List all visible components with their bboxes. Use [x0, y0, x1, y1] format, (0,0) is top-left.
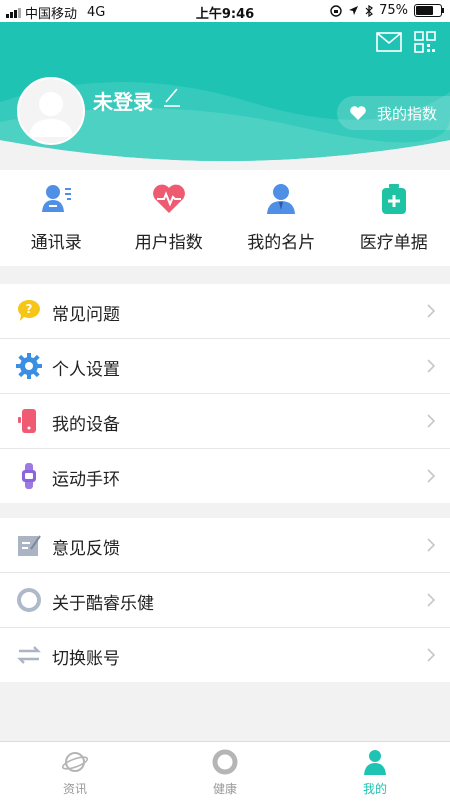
avatar[interactable] — [17, 77, 85, 145]
chevron-right-icon — [426, 413, 436, 429]
medical-kit-icon — [377, 182, 411, 216]
menu-item-label: 常见问题 — [52, 300, 120, 325]
tab-label: 我的 — [300, 780, 450, 797]
wristband-icon — [16, 463, 42, 489]
bottom-tab-bar: 资讯 健康 我的 — [0, 741, 450, 801]
battery-percent: 75% — [379, 3, 408, 18]
status-bar: 中国移动 4G 上午9:46 75% — [0, 0, 450, 22]
chevron-right-icon — [426, 358, 436, 374]
lock-rotation-icon — [330, 5, 342, 17]
quick-item-label: 用户指数 — [113, 228, 226, 253]
quick-item-label: 我的名片 — [225, 228, 338, 253]
menu-item-label: 切换账号 — [52, 644, 120, 669]
tab-news[interactable]: 资讯 — [0, 742, 150, 801]
quick-item-label: 医疗单据 — [338, 228, 450, 253]
menu-item-label: 运动手环 — [52, 465, 120, 490]
planet-icon — [61, 748, 89, 776]
profile-header: 未登录 我的指数 — [0, 22, 450, 170]
person-icon — [361, 748, 389, 776]
qr-code-icon[interactable] — [414, 31, 436, 53]
quick-actions: 通讯录 用户指数 我的名片 医疗单据 — [0, 170, 450, 266]
my-index-label: 我的指数 — [377, 103, 437, 124]
menu-item-label: 个人设置 — [52, 355, 120, 380]
menu-item-feedback[interactable]: 意见反馈 — [0, 518, 450, 573]
question-icon: ? — [16, 298, 42, 324]
switch-account-icon — [16, 642, 42, 668]
heart-pulse-icon — [152, 182, 186, 216]
menu-item-my-devices[interactable]: 我的设备 — [0, 394, 450, 449]
menu-item-wristband[interactable]: 运动手环 — [0, 449, 450, 503]
quick-item-medical-records[interactable]: 医疗单据 — [338, 170, 450, 266]
contacts-icon — [39, 182, 73, 216]
tab-label: 资讯 — [0, 780, 150, 797]
about-icon — [16, 587, 42, 613]
device-icon — [16, 408, 42, 434]
ring-icon — [211, 748, 239, 776]
menu-item-personal-settings[interactable]: 个人设置 — [0, 339, 450, 394]
chevron-right-icon — [426, 592, 436, 608]
tab-mine[interactable]: 我的 — [300, 742, 450, 801]
bluetooth-icon — [365, 5, 373, 17]
chevron-right-icon — [426, 303, 436, 319]
quick-item-label: 通讯录 — [0, 228, 113, 253]
mail-icon[interactable] — [376, 32, 402, 52]
tab-label: 健康 — [150, 780, 300, 797]
login-status-title[interactable]: 未登录 — [93, 86, 153, 115]
my-index-button[interactable]: 我的指数 — [337, 96, 450, 130]
tab-health[interactable]: 健康 — [150, 742, 300, 801]
location-icon — [348, 5, 359, 16]
menu-item-about[interactable]: 关于酷睿乐健 — [0, 573, 450, 628]
default-avatar-icon — [19, 79, 83, 143]
menu-item-faq[interactable]: ? 常见问题 — [0, 284, 450, 339]
quick-item-user-index[interactable]: 用户指数 — [113, 170, 226, 266]
menu-item-switch-account[interactable]: 切换账号 — [0, 628, 450, 682]
gear-icon — [16, 353, 42, 379]
menu-item-label: 关于酷睿乐健 — [52, 589, 154, 614]
feedback-icon — [16, 532, 42, 558]
business-card-icon — [264, 182, 298, 216]
chevron-right-icon — [426, 647, 436, 663]
battery-icon — [414, 4, 442, 17]
menu-group-main: ? 常见问题 个人设置 我的设备 — [0, 284, 450, 503]
edit-icon[interactable] — [162, 86, 182, 108]
heart-icon — [349, 105, 367, 121]
menu-item-label: 意见反馈 — [52, 534, 120, 559]
quick-item-contacts[interactable]: 通讯录 — [0, 170, 113, 266]
svg-text:?: ? — [26, 302, 33, 316]
menu-item-label: 我的设备 — [52, 410, 120, 435]
quick-item-business-card[interactable]: 我的名片 — [225, 170, 338, 266]
chevron-right-icon — [426, 468, 436, 484]
chevron-right-icon — [426, 537, 436, 553]
menu-group-secondary: 意见反馈 关于酷睿乐健 切换账号 — [0, 518, 450, 682]
